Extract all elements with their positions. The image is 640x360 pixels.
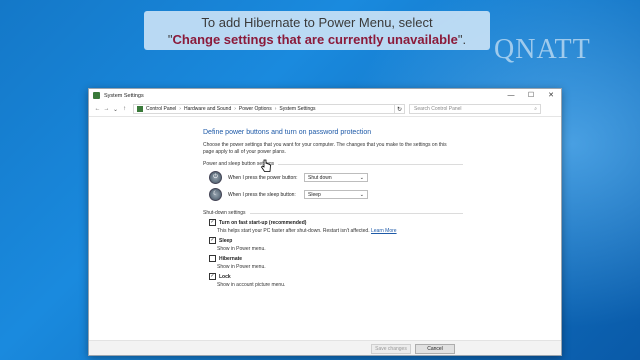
shutdown-section-label: Shut-down settings: [203, 210, 246, 216]
address-bar-row: ← → ⌄ ↑ Control Panel › Hardware and Sou…: [89, 102, 561, 117]
banner-line-2: "Change settings that are currently unav…: [144, 31, 490, 48]
banner-quote-close: ".: [457, 32, 467, 47]
watermark-logo: QNATT: [494, 34, 591, 65]
page-description: Choose the power settings that you want …: [203, 142, 447, 155]
lock-desc: Show in account picture menu.: [217, 282, 286, 288]
search-input[interactable]: Search Control Panel ⌕: [409, 104, 541, 114]
cancel-button[interactable]: Cancel: [415, 344, 455, 354]
breadcrumb-system-settings[interactable]: System Settings: [279, 106, 315, 112]
sleep-button-label: When I press the sleep button:: [228, 191, 296, 198]
fast-startup-checkbox[interactable]: ✓: [209, 219, 216, 226]
hibernate-option: Hibernate: [209, 255, 463, 262]
lock-label: Lock: [219, 273, 231, 280]
system-settings-window: System Settings — ☐ ✕ ← → ⌄ ↑ Control Pa…: [88, 88, 562, 356]
sleep-checkbox[interactable]: ✓: [209, 237, 216, 244]
sleep-button-value: Sleep: [308, 191, 321, 198]
footer-bar: Save changes Cancel: [89, 340, 561, 355]
power-button-label: When I press the power button:: [228, 174, 298, 181]
fast-startup-option: ✓ Turn on fast start-up (recommended): [209, 219, 463, 226]
maximize-button[interactable]: ☐: [521, 89, 541, 102]
hibernate-label: Hibernate: [219, 255, 243, 262]
shutdown-section-header: Shut-down settings: [203, 210, 463, 216]
up-arrow-icon[interactable]: ↑: [120, 106, 129, 112]
divider: [278, 163, 463, 165]
power-button-value: Shut down: [308, 174, 332, 181]
breadcrumb-hardware-and-sound[interactable]: Hardware and Sound: [184, 106, 231, 112]
power-section-header: Power and sleep button settings: [203, 161, 463, 167]
save-changes-button[interactable]: Save changes: [371, 344, 411, 354]
breadcrumb-separator: ›: [274, 106, 277, 112]
title-bar: System Settings — ☐ ✕: [89, 89, 561, 102]
search-icon: ⌕: [534, 106, 537, 112]
control-panel-icon: [93, 92, 100, 99]
chevron-down-icon: ⌄: [359, 174, 364, 181]
hibernate-desc: Show in Power menu.: [217, 264, 266, 270]
back-arrow-icon[interactable]: ←: [93, 106, 102, 112]
lock-checkbox[interactable]: ✓: [209, 273, 216, 280]
divider: [249, 212, 463, 214]
window-title: System Settings: [104, 92, 144, 99]
control-panel-icon: [137, 106, 143, 112]
page-title: Define power buttons and turn on passwor…: [203, 129, 372, 136]
power-button-row: ⏻ When I press the power button: Shut do…: [209, 171, 463, 184]
sleep-desc: Show in Power menu.: [217, 246, 266, 252]
hand-cursor-icon: [260, 159, 271, 172]
breadcrumb-control-panel[interactable]: Control Panel: [146, 106, 176, 112]
lock-option: ✓ Lock: [209, 273, 463, 280]
recent-locations-icon[interactable]: ⌄: [111, 106, 120, 113]
learn-more-link[interactable]: Learn More: [371, 228, 397, 234]
search-placeholder: Search Control Panel: [414, 106, 462, 112]
banner-highlight: Change settings that are currently unava…: [172, 32, 458, 47]
sleep-label: Sleep: [219, 237, 233, 244]
sleep-button-row: ☾ When I press the sleep button: Sleep ⌄: [209, 188, 463, 201]
breadcrumb[interactable]: Control Panel › Hardware and Sound › Pow…: [133, 104, 395, 114]
minimize-button[interactable]: —: [501, 89, 521, 102]
breadcrumb-power-options[interactable]: Power Options: [239, 106, 272, 112]
breadcrumb-separator: ›: [234, 106, 236, 112]
fast-startup-label: Turn on fast start-up (recommended): [219, 219, 307, 226]
fast-startup-desc-text: This helps start your PC faster after sh…: [217, 228, 370, 234]
breadcrumb-separator: ›: [179, 106, 181, 112]
banner-line-1: To add Hibernate to Power Menu, select: [201, 15, 433, 30]
sleep-button-icon: ☾: [209, 188, 222, 201]
forward-arrow-icon[interactable]: →: [102, 106, 111, 112]
power-button-icon: ⏻: [209, 171, 222, 184]
hibernate-checkbox[interactable]: [209, 255, 216, 262]
close-button[interactable]: ✕: [541, 89, 561, 102]
chevron-down-icon: ⌄: [359, 191, 364, 198]
power-button-select[interactable]: Shut down ⌄: [304, 173, 368, 182]
main-content: Define power buttons and turn on passwor…: [203, 129, 463, 288]
refresh-icon[interactable]: ↻: [395, 104, 405, 114]
instruction-banner: To add Hibernate to Power Menu, select "…: [144, 11, 490, 50]
sleep-button-select[interactable]: Sleep ⌄: [304, 190, 368, 199]
sleep-option: ✓ Sleep: [209, 237, 463, 244]
fast-startup-desc: This helps start your PC faster after sh…: [217, 228, 463, 234]
